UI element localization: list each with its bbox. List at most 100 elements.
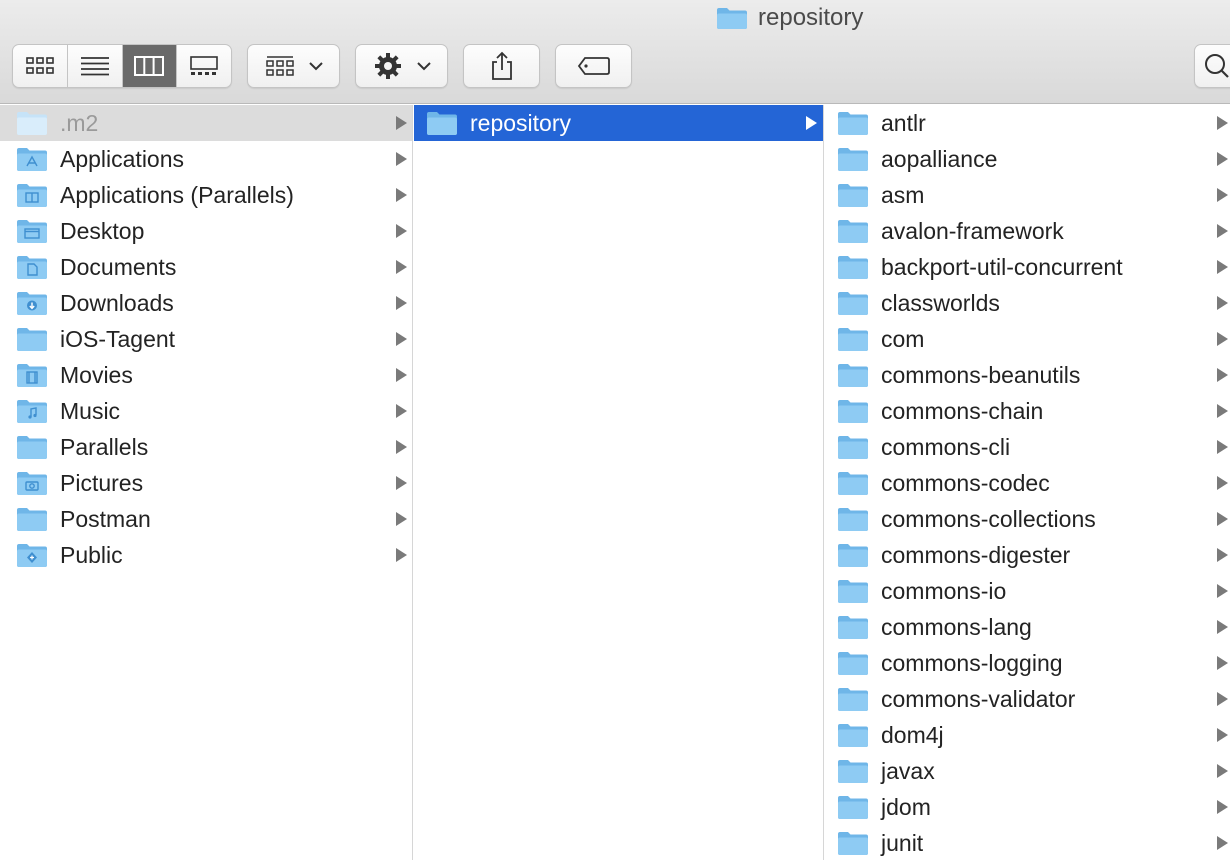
folder-icon (838, 580, 868, 603)
folder-row[interactable]: commons-lang (825, 609, 1230, 645)
downloads-folder-icon (17, 292, 47, 315)
chevron-down-icon (416, 62, 431, 71)
window-title: repository (716, 2, 863, 34)
tag-icon (577, 57, 610, 75)
folder-icon (838, 256, 868, 279)
folder-row[interactable]: dom4j (825, 717, 1230, 753)
folder-name: commons-beanutils (881, 361, 1081, 388)
folder-name: jdom (881, 793, 931, 820)
folder-name: Applications (Parallels) (60, 181, 294, 208)
folder-name: .m2 (60, 109, 99, 136)
folder-name: commons-cli (881, 433, 1011, 460)
folder-row[interactable]: Postman (0, 501, 412, 537)
folder-name: iOS-Tagent (60, 325, 176, 352)
folder-icon (17, 436, 47, 459)
disclosure-arrow-icon (1217, 656, 1228, 670)
folder-name: classworlds (881, 289, 1000, 316)
folder-row[interactable]: commons-codec (825, 465, 1230, 501)
folder-icon (838, 184, 868, 207)
icon-view-icon (26, 57, 54, 74)
folder-row[interactable]: commons-beanutils (825, 357, 1230, 393)
folder-icon (838, 472, 868, 495)
folder-name: com (881, 325, 925, 352)
disclosure-arrow-icon (1217, 764, 1228, 778)
folder-row[interactable]: iOS-Tagent (0, 321, 412, 357)
folder-icon (717, 8, 747, 29)
folder-row[interactable]: commons-digester (825, 537, 1230, 573)
folder-row[interactable]: backport-util-concurrent (825, 249, 1230, 285)
folder-name: Music (60, 397, 121, 424)
folder-name: Applications (60, 145, 185, 172)
tags-button[interactable] (555, 44, 632, 88)
chevron-down-icon (308, 62, 323, 71)
folder-row[interactable]: commons-validator (825, 681, 1230, 717)
folder-row[interactable]: .m2 (0, 105, 412, 141)
browser-column-1[interactable]: .m2 Applications Applications (Parallels) D… (0, 105, 413, 860)
folder-row[interactable]: avalon-framework (825, 213, 1230, 249)
list-view-button[interactable] (68, 45, 123, 87)
folder-row[interactable]: junit (825, 825, 1230, 860)
action-button[interactable] (355, 44, 448, 88)
disclosure-arrow-icon (1217, 548, 1228, 562)
disclosure-arrow-icon (1217, 296, 1228, 310)
folder-row[interactable]: antlr (825, 105, 1230, 141)
disclosure-arrow-icon (1217, 224, 1228, 238)
folder-row[interactable]: commons-cli (825, 429, 1230, 465)
group-by-button[interactable] (247, 44, 340, 88)
folder-row[interactable]: commons-chain (825, 393, 1230, 429)
search-icon (1205, 54, 1229, 78)
search-button[interactable] (1194, 44, 1230, 88)
gallery-view-icon (190, 56, 218, 75)
folder-row[interactable]: Public (0, 537, 412, 573)
folder-row[interactable]: Applications (0, 141, 412, 177)
folder-row[interactable]: aopalliance (825, 141, 1230, 177)
disclosure-arrow-icon (396, 116, 407, 130)
window-title-text: repository (758, 4, 864, 31)
folder-icon (838, 508, 868, 531)
folder-name: Desktop (60, 217, 145, 244)
folder-row[interactable]: commons-collections (825, 501, 1230, 537)
folder-row[interactable]: Applications (Parallels) (0, 177, 412, 213)
folder-row[interactable]: Documents (0, 249, 412, 285)
folder-name: Pictures (60, 469, 144, 496)
folder-row[interactable]: com (825, 321, 1230, 357)
folder-row[interactable]: classworlds (825, 285, 1230, 321)
folder-row[interactable]: asm (825, 177, 1230, 213)
folder-row[interactable]: jdom (825, 789, 1230, 825)
folder-row[interactable]: commons-io (825, 573, 1230, 609)
folder-row[interactable]: commons-logging (825, 645, 1230, 681)
folder-name: commons-chain (881, 397, 1044, 424)
folder-row[interactable]: Downloads (0, 285, 412, 321)
gallery-view-button[interactable] (177, 45, 231, 87)
parallels-apps-folder-icon (17, 184, 47, 207)
folder-row[interactable]: repository (414, 105, 823, 141)
disclosure-arrow-icon (1217, 476, 1228, 490)
public-folder-icon (17, 544, 47, 567)
folder-row[interactable]: Music (0, 393, 412, 429)
folder-icon (838, 688, 868, 711)
disclosure-arrow-icon (396, 260, 407, 274)
column-view-button[interactable] (122, 45, 178, 87)
folder-icon (838, 544, 868, 567)
folder-row[interactable]: Parallels (0, 429, 412, 465)
share-button[interactable] (463, 44, 540, 88)
folder-name: Downloads (60, 289, 174, 316)
disclosure-arrow-icon (396, 404, 407, 418)
browser-column-3[interactable]: antlr aopalliance asm avalon-framework backp… (825, 105, 1230, 860)
group-icon (265, 56, 294, 76)
disclosure-arrow-icon (396, 188, 407, 202)
disclosure-arrow-icon (1217, 440, 1228, 454)
folder-row[interactable]: javax (825, 753, 1230, 789)
folder-row[interactable]: Desktop (0, 213, 412, 249)
disclosure-arrow-icon (1217, 620, 1228, 634)
icon-view-button[interactable] (13, 45, 68, 87)
browser-column-2[interactable]: repository (414, 105, 824, 860)
folder-name: Documents (60, 253, 177, 280)
folder-icon (838, 148, 868, 171)
folder-row[interactable]: Pictures (0, 465, 412, 501)
movies-folder-icon (17, 364, 47, 387)
music-folder-icon (17, 400, 47, 423)
applications-folder-icon (17, 148, 47, 171)
folder-row[interactable]: Movies (0, 357, 412, 393)
folder-icon (838, 832, 868, 855)
